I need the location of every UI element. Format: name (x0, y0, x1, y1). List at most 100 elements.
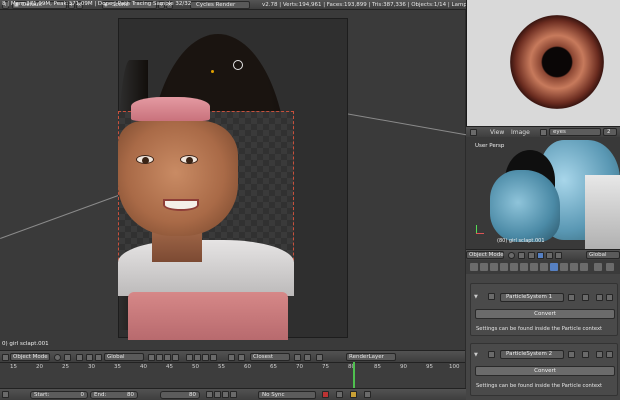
particles-icon (488, 293, 495, 300)
render-engine-selector[interactable]: Cycles Render (190, 1, 250, 9)
show-render-icon[interactable] (568, 351, 575, 358)
render-tab-icon[interactable] (470, 263, 478, 271)
mode-selector[interactable]: Object Mode (466, 251, 504, 259)
render-layer-selector[interactable]: RenderLayer (346, 353, 396, 361)
manipulator-icon[interactable] (528, 252, 535, 259)
translate-icon[interactable] (537, 252, 544, 259)
particles-icon (488, 351, 495, 358)
data-tab-icon[interactable] (540, 263, 548, 271)
shading-icon[interactable] (54, 354, 61, 361)
editor-type-icon[interactable] (470, 129, 477, 136)
image-editor-header: View Image eyes 2 (466, 126, 620, 137)
opengl-anim-icon[interactable] (316, 354, 323, 361)
image-browse-icon[interactable] (540, 129, 547, 136)
frame-tick: 15 (10, 364, 17, 370)
layer-button[interactable] (156, 354, 163, 361)
layer-button[interactable] (164, 354, 171, 361)
editor-type-icon[interactable] (2, 391, 9, 398)
editor-type-icon[interactable] (2, 354, 9, 361)
character-shirt (118, 240, 294, 296)
particle-system-name[interactable]: ParticleSystem 2 (500, 350, 564, 359)
object-tab-icon[interactable] (510, 263, 518, 271)
start-frame-field[interactable]: Start: 0 (30, 391, 88, 399)
character-left-eye (136, 155, 154, 164)
play-icon[interactable] (222, 391, 229, 398)
frame-tick: 75 (322, 364, 329, 370)
extra-tab-icon[interactable] (606, 263, 614, 271)
image-name-field[interactable]: eyes (549, 128, 601, 136)
timeline[interactable]: 15 20 25 30 35 40 45 50 55 60 65 70 75 8… (0, 362, 465, 388)
layers-tab-icon[interactable] (480, 263, 488, 271)
show-viewport-icon[interactable] (582, 294, 589, 301)
orientation-selector[interactable]: Global (104, 353, 144, 361)
layer-button[interactable] (186, 354, 193, 361)
axis-gizmo-icon (474, 225, 484, 235)
orientation-selector[interactable]: Global (586, 251, 620, 259)
modifiers-tab-icon[interactable] (530, 263, 538, 271)
snap-element-icon[interactable] (238, 354, 245, 361)
collapse-triangle-icon[interactable]: ▼ (474, 294, 478, 300)
delete-keyframe-icon[interactable] (364, 391, 371, 398)
remove-modifier-icon[interactable] (606, 294, 613, 301)
end-frame-field[interactable]: End: 80 (90, 391, 138, 399)
show-viewport-icon[interactable] (582, 351, 589, 358)
convert-button[interactable]: Convert (475, 366, 615, 376)
rotate-icon[interactable] (95, 354, 102, 361)
layer-button[interactable] (172, 354, 179, 361)
layer-button[interactable] (194, 354, 201, 361)
move-up-icon[interactable] (596, 294, 603, 301)
remove-modifier-icon[interactable] (606, 351, 613, 358)
mode-selector[interactable]: Object Mode (10, 353, 50, 361)
scene-tab-icon[interactable] (490, 263, 498, 271)
menu-view[interactable]: View (490, 129, 504, 136)
jump-start-icon[interactable] (206, 391, 213, 398)
frame-tick: 35 (114, 364, 121, 370)
material-tab-icon[interactable] (570, 263, 578, 271)
menu-image[interactable]: Image (511, 129, 530, 136)
layer-button[interactable] (202, 354, 209, 361)
layer-button[interactable] (210, 354, 217, 361)
show-render-icon[interactable] (568, 294, 575, 301)
rotate-icon[interactable] (546, 252, 553, 259)
view-label: User Persp (475, 143, 505, 149)
world-tab-icon[interactable] (500, 263, 508, 271)
jump-end-icon[interactable] (230, 391, 237, 398)
physics-tab-icon[interactable] (560, 263, 568, 271)
pivot-icon[interactable] (518, 252, 525, 259)
convert-button[interactable]: Convert (475, 309, 615, 319)
pin-icon[interactable] (594, 263, 602, 271)
proportional-edit-icon[interactable] (294, 354, 301, 361)
solid-mesh-face (490, 170, 560, 242)
record-icon[interactable] (322, 391, 329, 398)
keying-set-icon[interactable] (336, 391, 343, 398)
current-frame-field[interactable]: 80 (160, 391, 200, 399)
translate-icon[interactable] (86, 354, 93, 361)
character-face (118, 121, 238, 236)
frame-tick: 20 (36, 364, 43, 370)
opengl-render-icon[interactable] (304, 354, 311, 361)
collapse-triangle-icon[interactable]: ▼ (474, 352, 478, 358)
pivot-icon[interactable] (64, 354, 71, 361)
scale-icon[interactable] (555, 252, 562, 259)
frame-tick: 30 (88, 364, 95, 370)
particle-system-name[interactable]: ParticleSystem 1 (500, 293, 564, 302)
timeline-playhead[interactable] (353, 362, 355, 388)
image-users-count[interactable]: 2 (603, 128, 617, 136)
snap-target-selector[interactable]: Closest (250, 353, 290, 361)
play-reverse-icon[interactable] (214, 391, 221, 398)
sync-mode-selector[interactable]: No Sync (258, 391, 316, 399)
frame-tick: 60 (244, 364, 251, 370)
white-mesh (585, 175, 620, 250)
lamp-icon[interactable] (233, 60, 243, 70)
constraints-tab-icon[interactable] (520, 263, 528, 271)
insert-keyframe-icon[interactable] (350, 391, 357, 398)
shading-icon[interactable] (508, 252, 515, 259)
layer-button[interactable] (148, 354, 155, 361)
move-up-icon[interactable] (596, 351, 603, 358)
snap-icon[interactable] (228, 354, 235, 361)
texture-tab-icon[interactable] (580, 263, 588, 271)
particles-tab-icon[interactable] (550, 263, 558, 271)
render-info: 8 | Mem:371.09M, Peak:371.09M | Done | P… (2, 1, 192, 7)
frame-tick: 45 (166, 364, 173, 370)
manipulator-icon[interactable] (76, 354, 83, 361)
